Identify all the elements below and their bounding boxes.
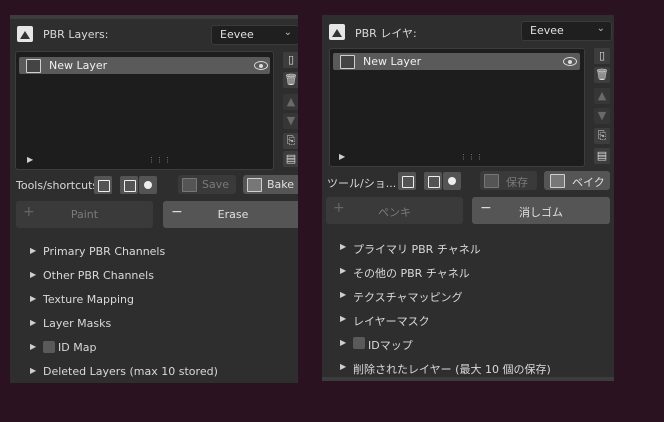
triangle-right-icon: ▶ bbox=[340, 362, 347, 371]
brush-circle-icon[interactable] bbox=[443, 172, 461, 190]
tools-shortcuts-label: ツール/ショ... bbox=[327, 177, 397, 190]
section-label: ID Map bbox=[58, 341, 97, 354]
id-map-checkbox[interactable] bbox=[43, 341, 55, 353]
triangle-right-icon: ▶ bbox=[340, 314, 347, 323]
paint-button[interactable]: + ペンキ bbox=[326, 197, 463, 224]
image-tool-2-icon[interactable] bbox=[120, 176, 138, 194]
section-label: Layer Masks bbox=[43, 317, 112, 330]
panel-bottom-bar bbox=[322, 377, 614, 381]
erase-button-label: Erase bbox=[217, 208, 249, 221]
bake-icon bbox=[247, 178, 262, 192]
pbr-panel-ja: PBR レイヤ: Eevee ⌄ New Layer ▶ ⋮⋮⋮ ▯ 🗑 ▲ ▼… bbox=[322, 15, 614, 381]
id-map-checkbox[interactable] bbox=[353, 337, 365, 349]
triangle-right-icon: ▶ bbox=[340, 290, 347, 299]
arrow-down-icon[interactable]: ▼ bbox=[283, 113, 298, 129]
section-label: プライマリ PBR チャネル bbox=[353, 243, 481, 256]
pbr-panel-en: PBR Layers: Eevee ⌄ New Layer ▶ ⋮⋮⋮ ▯ 🗑 … bbox=[10, 15, 298, 383]
pbr-layers-icon bbox=[17, 26, 33, 42]
bake-button[interactable]: ベイク bbox=[544, 171, 610, 190]
triangle-right-icon: ▶ bbox=[340, 242, 347, 251]
copy-icon[interactable]: ▤ bbox=[283, 151, 298, 167]
bake-button[interactable]: Bake bbox=[243, 175, 298, 194]
layer-image-icon bbox=[26, 59, 41, 73]
trash-icon[interactable]: 🗑 bbox=[594, 67, 610, 83]
layer-row-selected[interactable]: New Layer bbox=[19, 57, 270, 74]
erase-button-label: 消しゴム bbox=[519, 206, 563, 219]
pbr-layers-icon bbox=[329, 24, 345, 40]
erase-button[interactable]: − 消しゴム bbox=[472, 197, 610, 224]
brush-circle-icon[interactable] bbox=[139, 176, 157, 194]
panel-title: PBR レイヤ: bbox=[355, 27, 417, 40]
image-tool-2-icon[interactable] bbox=[424, 172, 442, 190]
new-layer-icon[interactable]: ▯ bbox=[283, 52, 298, 68]
triangle-right-icon[interactable]: ▶ bbox=[27, 155, 33, 164]
section-label: レイヤーマスク bbox=[353, 315, 430, 328]
paint-button-label: Paint bbox=[70, 208, 99, 221]
arrow-up-icon[interactable]: ▲ bbox=[283, 94, 298, 110]
section-label: その他の PBR チャネル bbox=[353, 267, 470, 280]
erase-button[interactable]: − Erase bbox=[163, 201, 298, 228]
new-layer-icon[interactable]: ▯ bbox=[594, 48, 610, 64]
section-label: 削除されたレイヤー (最大 10 個の保存) bbox=[353, 363, 551, 376]
engine-dropdown-value: Eevee bbox=[220, 28, 254, 41]
arrow-down-icon[interactable]: ▼ bbox=[594, 108, 610, 124]
section-label: Texture Mapping bbox=[43, 293, 134, 306]
triangle-right-icon: ▶ bbox=[30, 246, 37, 255]
save-button-label: Save bbox=[202, 178, 230, 191]
layer-name: New Layer bbox=[49, 59, 108, 72]
eye-icon[interactable] bbox=[254, 61, 268, 70]
section-label: Deleted Layers (max 10 stored) bbox=[43, 365, 218, 378]
eye-icon[interactable] bbox=[563, 57, 577, 66]
copy-icon[interactable]: ▤ bbox=[594, 148, 610, 164]
panel-top-bar bbox=[10, 15, 298, 19]
image-icon bbox=[182, 178, 197, 192]
bake-button-label: ベイク bbox=[572, 176, 605, 189]
paint-button-label: ペンキ bbox=[378, 206, 411, 219]
layer-list[interactable]: New Layer ▶ ⋮⋮⋮ bbox=[15, 51, 274, 170]
panel-title: PBR Layers: bbox=[43, 28, 109, 41]
trash-icon[interactable]: 🗑 bbox=[283, 72, 298, 88]
engine-dropdown[interactable]: Eevee ⌄ bbox=[521, 21, 612, 41]
triangle-right-icon: ▶ bbox=[30, 318, 37, 327]
section-label: テクスチャマッピング bbox=[353, 291, 463, 304]
engine-dropdown-value: Eevee bbox=[530, 24, 564, 37]
chevron-down-icon: ⌄ bbox=[283, 27, 292, 38]
triangle-right-icon: ▶ bbox=[340, 338, 347, 347]
save-button-label: 保存 bbox=[506, 176, 528, 189]
triangle-right-icon: ▶ bbox=[30, 294, 37, 303]
paint-button[interactable]: + Paint bbox=[16, 201, 153, 228]
chevron-down-icon: ⌄ bbox=[596, 23, 605, 34]
paste-icon[interactable]: ⎘ bbox=[283, 133, 298, 149]
save-button[interactable]: Save bbox=[178, 175, 236, 194]
bake-icon bbox=[550, 174, 565, 188]
layer-list[interactable]: New Layer ▶ ⋮⋮⋮ bbox=[329, 48, 585, 167]
triangle-right-icon: ▶ bbox=[30, 270, 37, 279]
engine-dropdown[interactable]: Eevee ⌄ bbox=[211, 25, 298, 45]
layer-image-icon bbox=[340, 55, 355, 69]
section-label: IDマップ bbox=[368, 339, 413, 352]
image-tool-icon[interactable] bbox=[398, 172, 416, 190]
triangle-right-icon: ▶ bbox=[30, 342, 37, 351]
triangle-right-icon[interactable]: ▶ bbox=[339, 152, 345, 161]
save-button[interactable]: 保存 bbox=[480, 171, 537, 190]
image-icon bbox=[484, 174, 499, 188]
triangle-right-icon: ▶ bbox=[340, 266, 347, 275]
tools-shortcuts-label: Tools/shortcuts: bbox=[16, 179, 102, 192]
section-label: Primary PBR Channels bbox=[43, 245, 166, 258]
bake-button-label: Bake bbox=[267, 178, 295, 191]
image-tool-icon[interactable] bbox=[94, 176, 112, 194]
layer-name: New Layer bbox=[363, 55, 422, 68]
grip-dots-icon[interactable]: ⋮⋮⋮ bbox=[460, 153, 484, 161]
layer-row-selected[interactable]: New Layer bbox=[333, 53, 580, 70]
section-label: Other PBR Channels bbox=[43, 269, 154, 282]
paste-icon[interactable]: ⎘ bbox=[594, 128, 610, 144]
triangle-right-icon: ▶ bbox=[30, 366, 37, 375]
grip-dots-icon[interactable]: ⋮⋮⋮ bbox=[148, 156, 172, 164]
arrow-up-icon[interactable]: ▲ bbox=[594, 88, 610, 104]
